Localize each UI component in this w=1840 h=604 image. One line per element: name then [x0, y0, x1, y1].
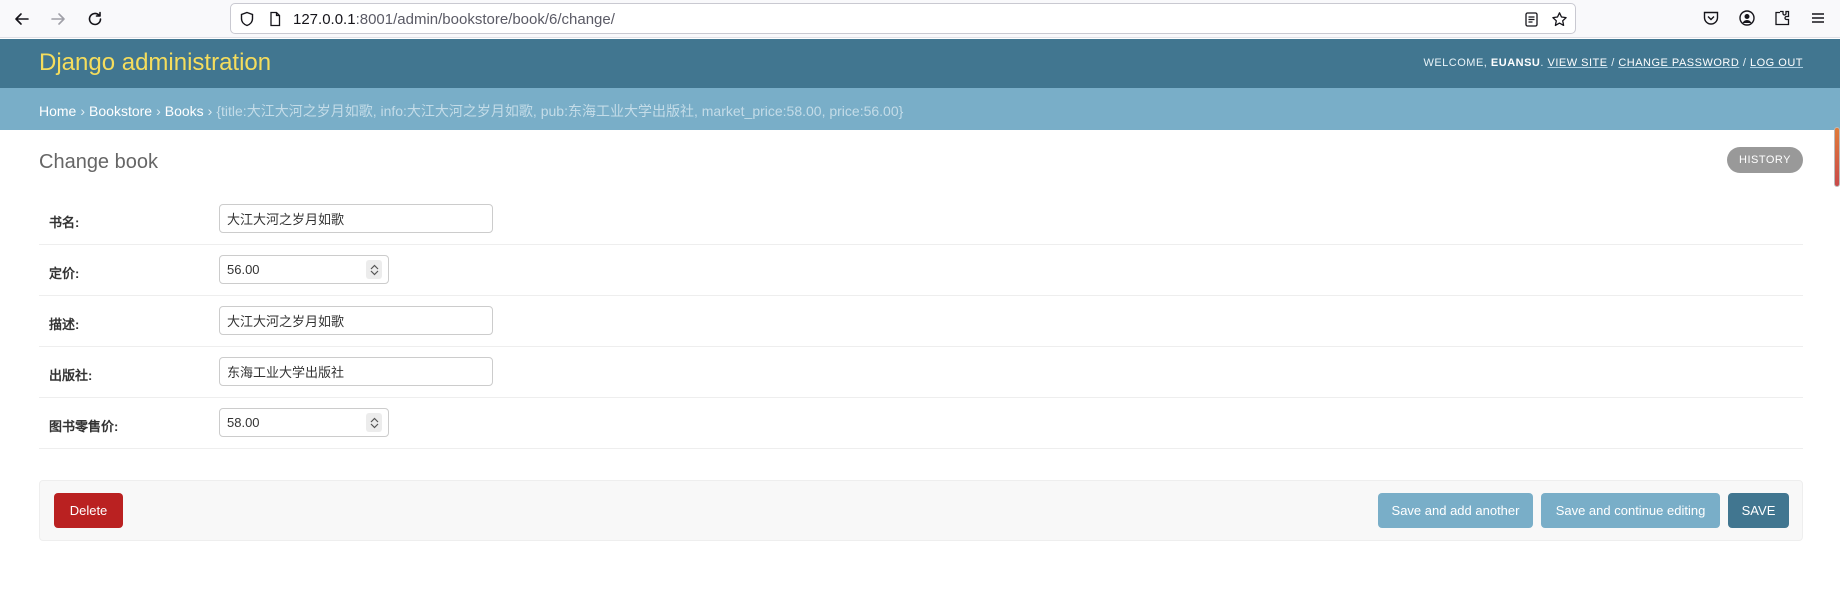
price-label: 定价: [49, 266, 80, 281]
info-label: 描述: [49, 317, 80, 332]
history-button[interactable]: HISTORY [1727, 147, 1803, 173]
form-row-price: 定价: [39, 245, 1803, 296]
form-row-title: 书名: [39, 194, 1803, 245]
reader-view-icon[interactable] [1523, 11, 1540, 28]
market-price-field[interactable] [219, 408, 389, 437]
pub-input[interactable] [219, 357, 493, 386]
breadcrumb: Home › Bookstore › Books › {title:大江大河之岁月如歌, i… [0, 88, 1840, 130]
breadcrumb-current: {title:大江大河之岁月如歌, info:大江大河之岁月如歌, pub:东海… [216, 103, 904, 119]
title-label: 书名: [49, 215, 80, 230]
url-text[interactable]: 127.0.0.1:8001/admin/bookstore/book/6/ch… [293, 11, 615, 28]
market-price-input[interactable] [220, 409, 360, 436]
extensions-icon[interactable] [1773, 9, 1791, 27]
change-password-link[interactable]: CHANGE PASSWORD [1618, 57, 1739, 69]
form-row-info: 描述: [39, 296, 1803, 347]
price-field[interactable] [219, 255, 389, 284]
info-input[interactable] [219, 306, 493, 335]
shield-icon[interactable] [239, 11, 255, 27]
change-form: 书名: 定价: 描述: 出版社: 图书零售价: [39, 194, 1803, 449]
scrollbar-thumb[interactable] [1834, 127, 1840, 187]
spinner-down-icon[interactable] [370, 423, 379, 429]
delete-button[interactable]: Delete [54, 493, 123, 528]
welcome-text: WELCOME, [1423, 57, 1488, 69]
price-spinner[interactable] [366, 260, 382, 279]
spinner-down-icon[interactable] [370, 270, 379, 276]
url-bar[interactable]: 127.0.0.1:8001/admin/bookstore/book/6/ch… [230, 3, 1576, 34]
back-icon[interactable] [11, 8, 33, 30]
save-button[interactable]: SAVE [1728, 493, 1789, 528]
menu-icon[interactable] [1809, 9, 1827, 27]
account-icon[interactable] [1738, 9, 1756, 27]
title-input[interactable] [219, 204, 493, 233]
breadcrumb-model[interactable]: Books [165, 103, 204, 119]
price-input[interactable] [220, 256, 360, 283]
bookmark-star-icon[interactable] [1551, 11, 1568, 28]
breadcrumb-sep: › [207, 103, 213, 119]
log-out-link[interactable]: LOG OUT [1750, 57, 1803, 69]
view-site-link[interactable]: VIEW SITE [1548, 57, 1608, 69]
pub-label: 出版社: [49, 368, 93, 383]
market-price-label: 图书零售价: [49, 419, 119, 434]
reload-icon[interactable] [84, 8, 106, 30]
form-row-pub: 出版社: [39, 347, 1803, 398]
submit-row: Delete Save and add another Save and con… [39, 480, 1803, 541]
site-branding[interactable]: Django administration [39, 49, 271, 77]
user-tools: WELCOME, EUANSU. VIEW SITE / CHANGE PASS… [1423, 57, 1803, 69]
breadcrumb-sep: › [156, 103, 161, 119]
user-tools-sep: / [1611, 57, 1615, 69]
breadcrumb-home[interactable]: Home [39, 103, 76, 119]
market-price-spinner[interactable] [366, 413, 382, 432]
save-and-add-another-button[interactable]: Save and add another [1378, 493, 1533, 528]
forward-icon[interactable] [47, 8, 69, 30]
username: EUANSU [1490, 57, 1541, 69]
admin-header: Django administration WELCOME, EUANSU. V… [0, 39, 1840, 88]
user-tools-sep: / [1742, 57, 1747, 69]
browser-toolbar: 127.0.0.1:8001/admin/bookstore/book/6/ch… [0, 0, 1840, 38]
save-and-continue-button[interactable]: Save and continue editing [1541, 493, 1720, 528]
pocket-icon[interactable] [1702, 9, 1720, 27]
page-title: Change book [39, 151, 158, 173]
breadcrumb-sep: › [80, 103, 86, 119]
page-icon[interactable] [267, 11, 283, 27]
breadcrumb-app[interactable]: Bookstore [89, 103, 152, 119]
form-row-market-price: 图书零售价: [39, 398, 1803, 449]
